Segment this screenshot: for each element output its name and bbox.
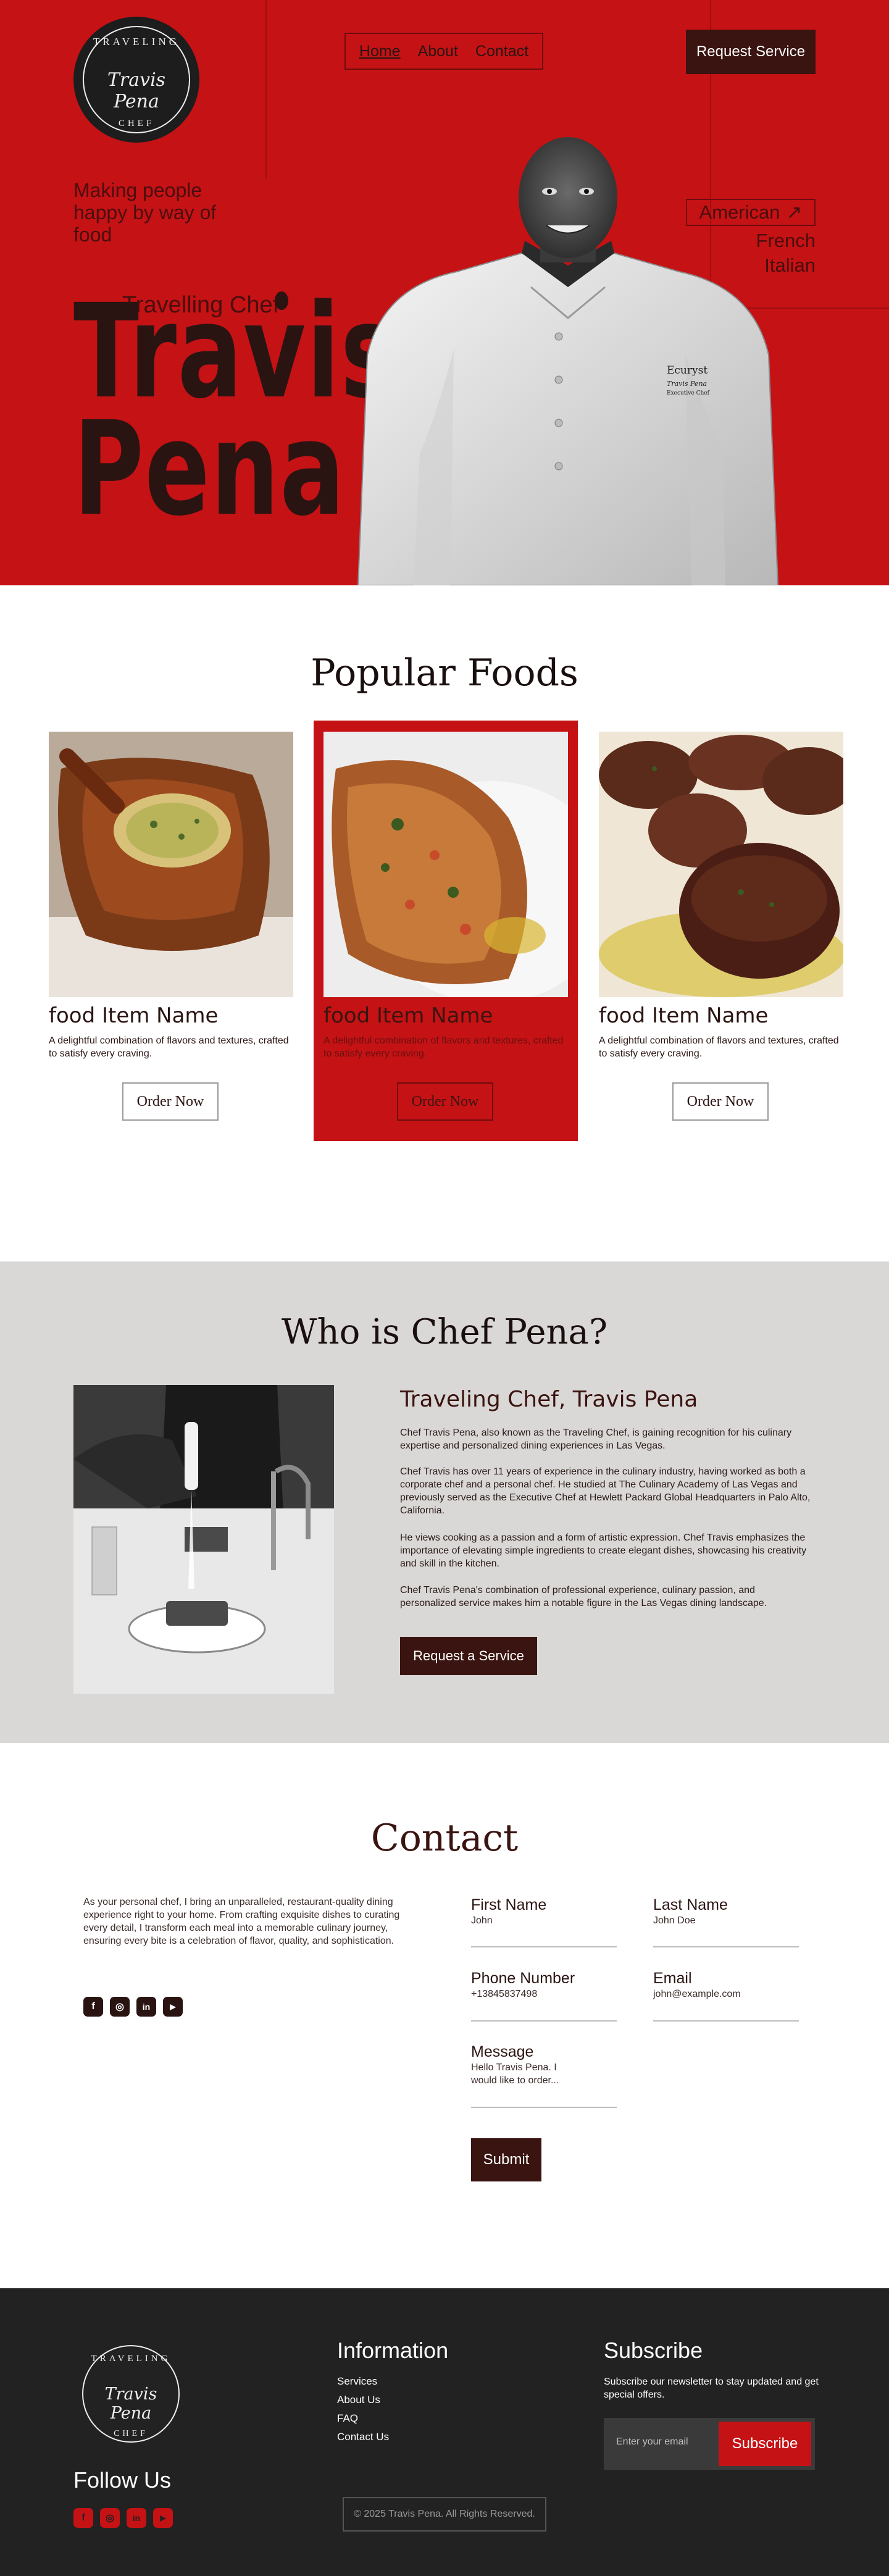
food-item-description: A delightful combination of flavors and …	[599, 1035, 839, 1059]
message-label: Message	[471, 2043, 534, 2060]
food-card: food Item Name A delightful combination …	[599, 732, 846, 1121]
linkedin-icon[interactable]: in	[127, 2508, 146, 2528]
newsletter-email-input[interactable]: Enter your email	[616, 2436, 688, 2448]
hero-last-name: Pena	[73, 393, 346, 545]
instagram-icon[interactable]: ◎	[100, 2508, 120, 2528]
subscribe-heading: Subscribe	[604, 2338, 703, 2363]
footer-logo[interactable]: TRAVELING Travis Pena CHEF	[73, 2336, 188, 2451]
footer-link-about[interactable]: About Us	[337, 2394, 380, 2406]
food-image-filet	[599, 732, 843, 997]
copyright: © 2025 Travis Pena. All Rights Reserved.	[343, 2497, 546, 2532]
request-a-service-button[interactable]: Request a Service	[400, 1637, 537, 1675]
footer: TRAVELING Travis Pena CHEF Follow Us f ◎…	[0, 2288, 889, 2576]
information-heading: Information	[337, 2338, 449, 2363]
message-underline	[471, 2107, 617, 2108]
hero-divider	[265, 0, 267, 179]
email-input[interactable]: john@example.com	[653, 1989, 741, 2000]
facebook-icon[interactable]: f	[83, 1997, 103, 2017]
request-service-button[interactable]: Request Service	[686, 30, 816, 74]
order-now-button[interactable]: Order Now	[397, 1082, 493, 1121]
last-name-underline	[653, 1946, 799, 1947]
footer-link-contact[interactable]: Contact Us	[337, 2431, 389, 2443]
food-item-description: A delightful combination of flavors and …	[323, 1035, 564, 1059]
jacket-role: Executive Chef	[667, 390, 710, 396]
last-name-input[interactable]: John Doe	[653, 1915, 696, 1926]
subscribe-text: Subscribe our newsletter to stay updated…	[604, 2377, 819, 2400]
food-item-name: food Item Name	[599, 1003, 769, 1028]
nav-contact[interactable]: Contact	[475, 43, 528, 61]
last-name-label: Last Name	[653, 1896, 728, 1913]
follow-us-heading: Follow Us	[73, 2467, 172, 2493]
logo-text-top: TRAVELING	[93, 35, 180, 48]
cuisine-american-link[interactable]: American ↗	[686, 199, 816, 226]
youtube-icon[interactable]: ▶	[153, 2508, 173, 2528]
about-heading: Traveling Chef, Travis Pena	[400, 1387, 698, 1412]
subscribe-form: Enter your email Subscribe	[604, 2418, 815, 2470]
jacket-brand: Ecuryst	[667, 364, 707, 377]
about-paragraph: Chef Travis Pena's combination of profes…	[400, 1585, 767, 1608]
chef-cooking-photo	[73, 1385, 334, 1694]
message-textarea[interactable]: Hello Travis Pena. I would like to order…	[471, 2061, 576, 2087]
phone-label: Phone Number	[471, 1970, 575, 1987]
cuisine-french: French	[756, 230, 816, 251]
contact-title: Contact	[370, 1817, 519, 1860]
food-image-steak	[49, 732, 293, 997]
first-name-input[interactable]: John	[471, 1915, 493, 1926]
food-item-name: food Item Name	[323, 1003, 493, 1028]
cuisine-american-label: American	[699, 201, 780, 223]
facebook-icon[interactable]: f	[73, 2508, 93, 2528]
order-now-button[interactable]: Order Now	[122, 1082, 219, 1121]
food-card: food Item Name A delightful combination …	[49, 732, 296, 1121]
contact-intro: As your personal chef, I bring an unpara…	[83, 1897, 400, 1946]
main-nav: Home About Contact	[344, 33, 543, 70]
about-title: Who is Chef Pena?	[282, 1312, 607, 1352]
logo-script: Travis Pena	[104, 2384, 157, 2423]
footer-link-faq[interactable]: FAQ	[337, 2412, 358, 2425]
logo-text-bottom: CHEF	[114, 2428, 148, 2438]
food-item-description: A delightful combination of flavors and …	[49, 1035, 289, 1059]
order-now-button[interactable]: Order Now	[672, 1082, 769, 1121]
hero-section: TRAVELING Travis Pena CHEF Home About Co…	[0, 0, 889, 585]
first-name-underline	[471, 1946, 617, 1947]
cuisine-italian: Italian	[764, 254, 816, 276]
email-underline	[653, 2020, 799, 2022]
nav-about[interactable]: About	[418, 43, 458, 61]
popular-foods-title: Popular Foods	[311, 651, 578, 695]
about-paragraph: Chef Travis Pena, also known as the Trav…	[400, 1428, 792, 1451]
logo-text-top: TRAVELING	[91, 2353, 171, 2364]
phone-input[interactable]: +13845837498	[471, 1989, 537, 2000]
first-name-label: First Name	[471, 1896, 547, 1913]
food-item-name: food Item Name	[49, 1003, 219, 1028]
subscribe-button[interactable]: Subscribe	[719, 2422, 811, 2466]
submit-button[interactable]: Submit	[471, 2138, 541, 2181]
hero-tagline: Making people happy by way of food	[73, 179, 217, 246]
about-section: Who is Chef Pena? Traveling Chef, Travis…	[0, 1261, 889, 1743]
about-paragraph: He views cooking as a passion and a form…	[400, 1533, 807, 1569]
youtube-icon[interactable]: ▶	[163, 1997, 183, 2017]
instagram-icon[interactable]: ◎	[110, 1997, 130, 2017]
nav-home[interactable]: Home	[359, 43, 401, 61]
logo[interactable]: TRAVELING Travis Pena CHEF	[73, 17, 199, 143]
jacket-name: Travis Pena	[667, 380, 707, 388]
food-card-featured: food Item Name A delightful combination …	[323, 732, 570, 1121]
arrow-up-right-icon: ↗	[786, 201, 803, 223]
logo-script: Travis Pena	[107, 69, 166, 112]
logo-text-bottom: CHEF	[118, 118, 155, 128]
food-image-salmon	[323, 732, 568, 997]
email-label: Email	[653, 1970, 692, 1987]
footer-link-services[interactable]: Services	[337, 2375, 377, 2388]
about-paragraph: Chef Travis has over 11 years of experie…	[400, 1466, 811, 1516]
phone-underline	[471, 2020, 617, 2022]
linkedin-icon[interactable]: in	[136, 1997, 156, 2017]
